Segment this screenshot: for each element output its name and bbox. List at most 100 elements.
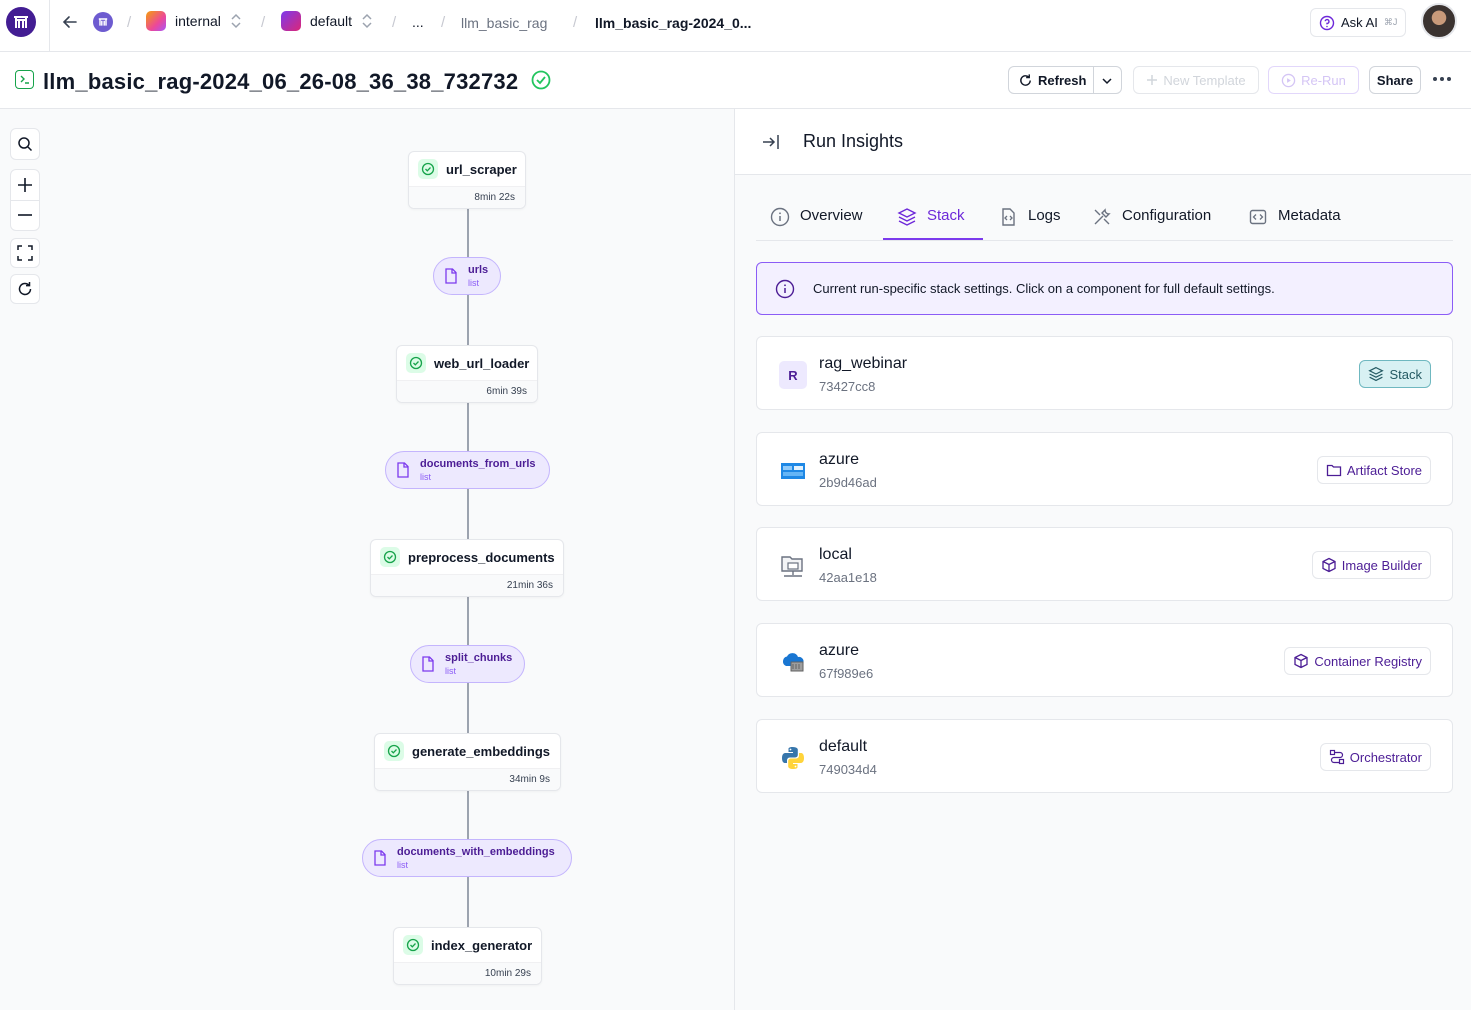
new-template-label: New Template	[1163, 72, 1246, 88]
completed-status-icon	[531, 70, 551, 95]
tab-stack[interactable]: Stack	[883, 195, 983, 240]
fit-view-button[interactable]	[10, 238, 40, 268]
zoom-in-button[interactable]	[17, 170, 33, 200]
step-duration: 10min 29s	[394, 962, 541, 984]
breadcrumb-pipeline[interactable]: llm_basic_rag	[461, 15, 547, 31]
search-button[interactable]	[10, 128, 40, 160]
home-logo-icon[interactable]	[93, 12, 113, 32]
panel-body: Overview Stack Logs Configuration Metada…	[735, 175, 1471, 1010]
artifact-node[interactable]: documents_from_urls list	[385, 451, 550, 489]
user-avatar[interactable]	[1421, 3, 1457, 39]
component-id: 67f989e6	[819, 666, 874, 681]
workspace-name: internal	[175, 13, 221, 29]
play-circle-icon	[1281, 73, 1296, 87]
stack-card[interactable]: R rag_webinar 73427cc8 Stack	[756, 336, 1453, 410]
layers-icon	[1368, 366, 1385, 382]
more-options-icon[interactable]	[1433, 77, 1451, 81]
success-check-icon	[384, 741, 404, 761]
folder-icon	[1326, 464, 1342, 477]
box-icon	[1294, 653, 1308, 669]
file-icon	[445, 268, 457, 284]
project-switcher[interactable]: default	[281, 11, 373, 31]
pipeline-run-icon	[15, 70, 34, 89]
component-name: default	[819, 738, 868, 755]
chevron-down-icon[interactable]	[1101, 75, 1113, 87]
stack-initial-avatar: R	[779, 361, 807, 389]
component-card[interactable]: azure 2b9d46ad Artifact Store	[756, 432, 1453, 506]
tab-metadata[interactable]: Metadata	[1248, 195, 1341, 240]
collapse-panel-icon[interactable]	[761, 132, 781, 157]
component-card[interactable]: azure 67f989e6 Container Registry	[756, 623, 1453, 697]
artifact-name: documents_from_urls	[420, 458, 536, 470]
component-name: azure	[819, 451, 860, 468]
dag-edge	[467, 597, 469, 645]
new-template-button[interactable]: New Template	[1133, 66, 1259, 94]
rerun-button[interactable]: Re-Run	[1268, 66, 1359, 94]
ask-ai-button[interactable]: Ask AI ⌘J	[1310, 8, 1406, 37]
info-text: Current run-specific stack settings. Cli…	[813, 281, 1275, 296]
zoom-out-button[interactable]	[17, 201, 33, 231]
workspace-avatar	[146, 11, 166, 31]
breadcrumb-separator: /	[127, 14, 132, 31]
stack-id: 73427cc8	[819, 379, 876, 394]
step-duration: 8min 22s	[409, 186, 525, 208]
refresh-label: Refresh	[1038, 72, 1087, 88]
tools-icon	[1094, 208, 1111, 225]
run-insights-panel: Run Insights Overview Stack Logs Configu…	[735, 109, 1471, 1010]
plus-icon	[18, 177, 32, 192]
zenml-logo-icon[interactable]	[6, 7, 36, 37]
info-icon	[775, 279, 795, 298]
run-header: llm_basic_rag-2024_06_26-08_36_38_732732…	[0, 52, 1471, 109]
refresh-icon	[18, 282, 32, 296]
search-icon	[18, 137, 33, 152]
breadcrumb-separator: /	[392, 14, 397, 31]
back-arrow-icon[interactable]	[61, 13, 79, 36]
share-label: Share	[1376, 72, 1414, 88]
tab-configuration[interactable]: Configuration	[1092, 195, 1211, 240]
success-check-icon	[418, 159, 438, 179]
component-name: local	[819, 546, 852, 563]
step-node[interactable]: generate_embeddings 34min 9s	[374, 733, 561, 791]
dag-edge	[467, 403, 469, 451]
artifact-name: documents_with_embeddings	[397, 846, 555, 858]
breadcrumb-separator: /	[441, 14, 446, 31]
refresh-button[interactable]: Refresh	[1008, 66, 1122, 94]
step-name: generate_embeddings	[412, 743, 550, 759]
step-node[interactable]: url_scraper 8min 22s	[408, 151, 526, 209]
breadcrumb-separator: /	[573, 14, 578, 31]
component-card[interactable]: local 42aa1e18 Image Builder	[756, 527, 1453, 601]
tab-overview[interactable]: Overview	[770, 195, 863, 240]
artifact-node[interactable]: documents_with_embeddingslist	[362, 839, 572, 877]
component-type-badge: Container Registry	[1284, 647, 1431, 675]
artifact-node[interactable]: split_chunks list	[410, 645, 525, 683]
breadcrumb-ellipsis[interactable]: ...	[412, 14, 424, 30]
step-node[interactable]: web_url_loader 6min 39s	[396, 345, 538, 403]
component-name: azure	[819, 642, 860, 659]
share-button[interactable]: Share	[1369, 66, 1421, 94]
rearrange-button[interactable]	[10, 274, 40, 304]
azure-cloud-icon	[779, 648, 807, 676]
package-build-icon	[1322, 557, 1336, 573]
component-card[interactable]: default 749034d4 Orchestrator	[756, 719, 1453, 793]
python-icon	[779, 744, 807, 772]
success-check-icon	[406, 353, 426, 373]
step-node[interactable]: index_generator 10min 29s	[393, 927, 542, 985]
file-icon	[397, 462, 409, 478]
stack-name: rag_webinar	[819, 355, 908, 372]
code-icon	[1249, 209, 1267, 225]
step-duration: 34min 9s	[375, 768, 560, 790]
component-id: 42aa1e18	[819, 570, 877, 585]
artifact-type: list	[445, 666, 456, 676]
minus-icon	[18, 214, 32, 217]
dag-canvas[interactable]: url_scraper 8min 22s web_url_loader 6min…	[0, 109, 735, 1010]
chevron-updown-icon	[231, 13, 241, 29]
workspace-switcher[interactable]: internal	[146, 11, 242, 31]
artifact-node[interactable]: urls list	[433, 257, 501, 295]
zoom-controls	[10, 169, 40, 231]
rerun-label: Re-Run	[1301, 72, 1346, 88]
artifact-type: list	[397, 860, 408, 870]
dag-edge	[467, 791, 469, 839]
step-node[interactable]: preprocess_documents 21min 36s	[370, 539, 564, 597]
tab-logs[interactable]: Logs	[998, 195, 1061, 240]
stack-type-badge: Stack	[1359, 360, 1431, 388]
